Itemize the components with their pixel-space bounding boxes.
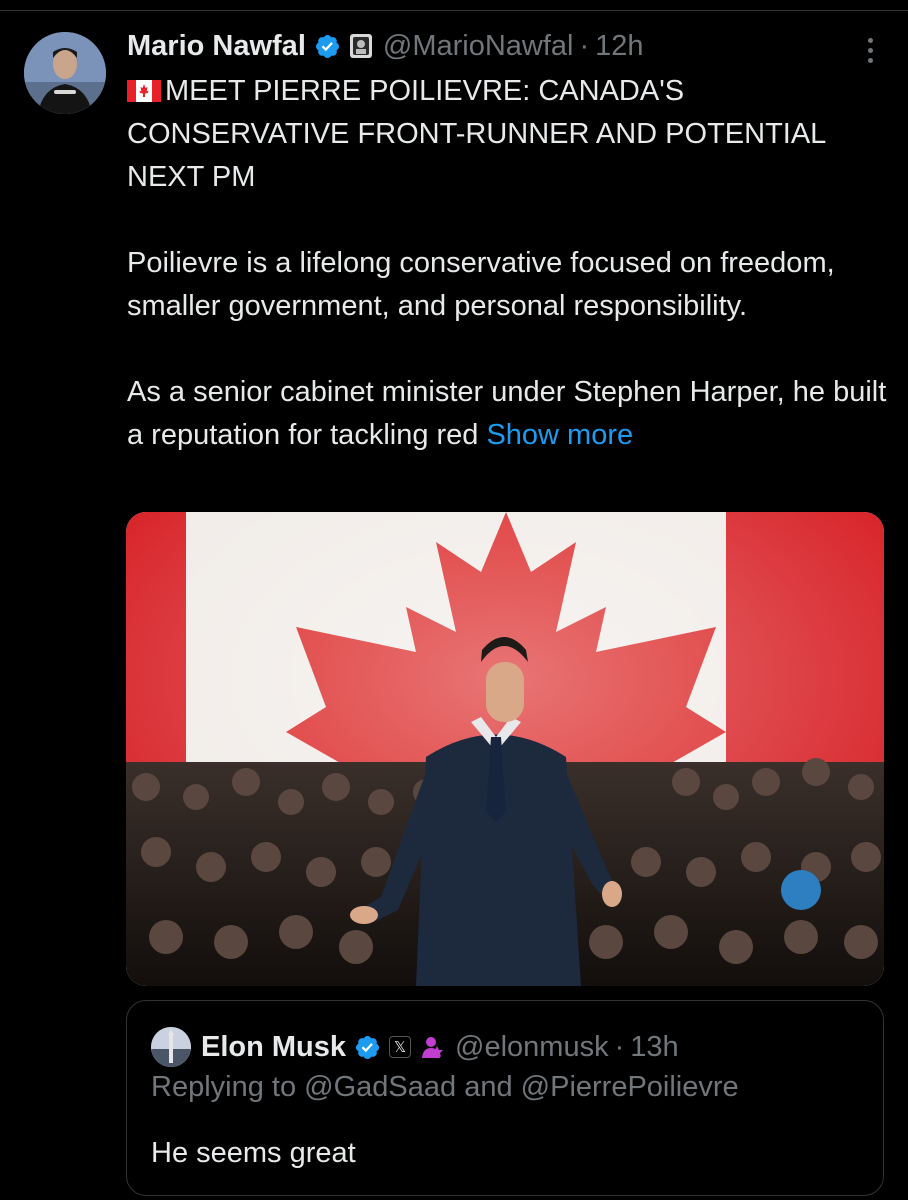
mention-pierrepoilievre[interactable]: @PierrePoilievre (521, 1071, 739, 1103)
tweet-photo[interactable] (126, 512, 884, 986)
affiliate-badge-icon (349, 33, 373, 59)
tweet-time[interactable]: 12h (595, 30, 643, 63)
author-avatar[interactable] (24, 32, 106, 114)
author-handle[interactable]: @MarioNawfal (383, 30, 574, 63)
tweet-text: MEET PIERRE POILIEVRE: CANADA'S CONSERVA… (127, 70, 887, 457)
show-more-link[interactable]: Show more (486, 419, 633, 451)
mention-gadsaad[interactable]: @GadSaad (304, 1071, 456, 1103)
quote-header: Elon Musk 𝕏 @elonmusk · 13h (151, 1027, 679, 1067)
quote-author-name[interactable]: Elon Musk (201, 1031, 346, 1064)
person-badge-icon (419, 1034, 445, 1060)
separator-dot: · (579, 29, 590, 62)
verified-badge-icon (354, 1034, 381, 1061)
paragraph-2-line: As a senior cabinet minister under Steph… (127, 371, 887, 457)
replying-prefix: Replying to (151, 1071, 297, 1103)
replying-to: Replying to @GadSaad and @PierrePoilievr… (151, 1071, 739, 1104)
verified-badge-icon (314, 33, 341, 60)
photo-illustration (126, 512, 884, 986)
quote-time[interactable]: 13h (630, 1031, 678, 1064)
tweet-header: Mario Nawfal @MarioNawfal · 12h (127, 26, 847, 66)
headline: MEET PIERRE POILIEVRE: CANADA'S CONSERVA… (127, 75, 826, 193)
paragraph-1: Poilievre is a lifelong conservative foc… (127, 247, 835, 322)
headline-line: MEET PIERRE POILIEVRE: CANADA'S CONSERVA… (127, 70, 887, 199)
x-affiliate-badge-icon: 𝕏 (389, 1036, 412, 1058)
replying-and: and (464, 1071, 513, 1103)
quote-text: He seems great (151, 1137, 356, 1169)
author-name[interactable]: Mario Nawfal (127, 30, 306, 63)
canada-flag-emoji (127, 72, 161, 102)
quote-separator-dot: · (614, 1030, 625, 1063)
quoted-tweet[interactable]: Elon Musk 𝕏 @elonmusk · 13h Replying to … (126, 1000, 884, 1196)
more-options-icon[interactable] (864, 38, 876, 68)
quote-author-handle[interactable]: @elonmusk (455, 1031, 609, 1064)
quote-author-avatar[interactable] (151, 1027, 191, 1067)
tweet[interactable]: Mario Nawfal @MarioNawfal · 12h MEET PIE… (0, 0, 908, 1200)
